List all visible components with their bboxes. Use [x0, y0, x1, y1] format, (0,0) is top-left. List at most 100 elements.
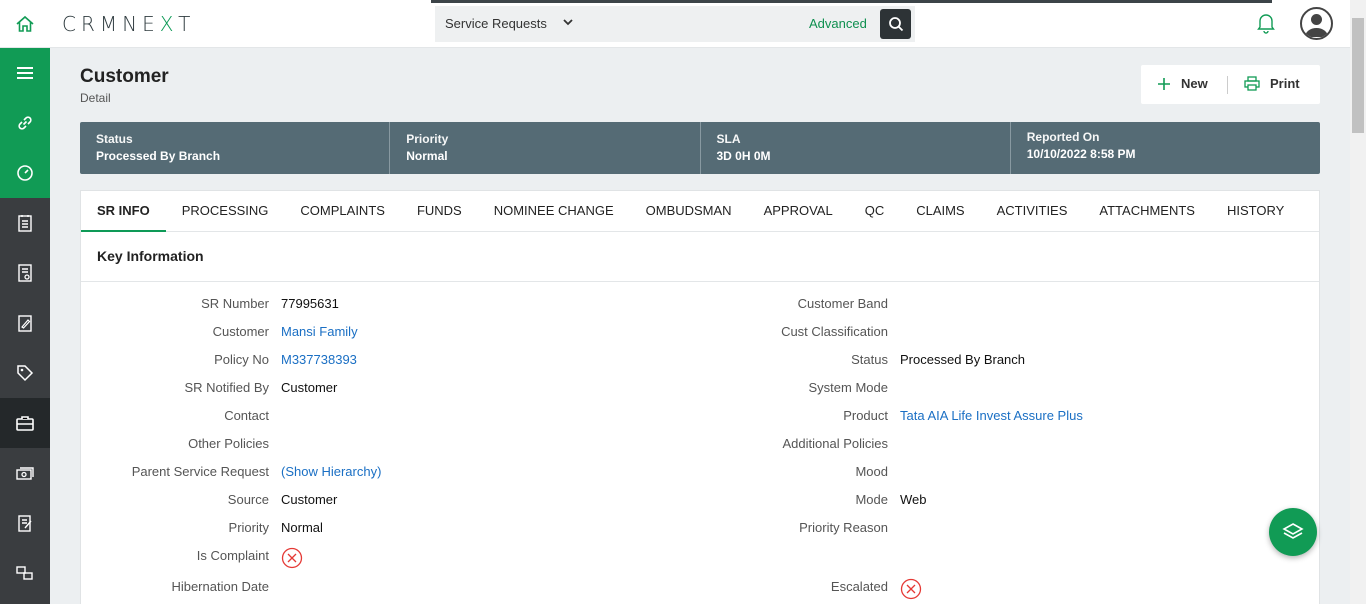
field-customer: Customer Mansi Family: [81, 324, 701, 344]
priority-cell: Priority Normal: [390, 122, 701, 174]
tab-history[interactable]: HISTORY: [1211, 191, 1300, 232]
menu-button[interactable]: [0, 48, 50, 98]
field-mode: Mode Web: [701, 492, 1301, 512]
field-label: Status: [851, 352, 888, 367]
status-cell-value: Processed By Branch: [96, 149, 221, 163]
field-priority: Priority Normal: [81, 520, 701, 540]
field-value: 77995631: [281, 296, 339, 311]
field-priority-reason: Priority Reason: [701, 520, 1301, 540]
toolbar-divider: [1227, 76, 1228, 94]
sidebar-item-documents[interactable]: [0, 198, 50, 248]
sidebar-item-tags[interactable]: [0, 348, 50, 398]
tab-ombudsman[interactable]: OMBUDSMAN: [630, 191, 748, 232]
chevron-down-icon[interactable]: [561, 15, 575, 32]
tab-qc[interactable]: QC: [849, 191, 901, 232]
edit-document-icon: [18, 315, 32, 332]
field-label: Product: [843, 408, 888, 423]
field-label: Parent Service Request: [131, 464, 269, 479]
field-status: Status Processed By Branch: [701, 352, 1301, 372]
field-is-complaint: Is Complaint: [81, 547, 701, 569]
tab-attachments[interactable]: ATTACHMENTS: [1083, 191, 1211, 232]
sidebar-item-forms[interactable]: [0, 498, 50, 548]
customer-link[interactable]: Mansi Family: [281, 324, 358, 339]
page-title: Customer: [80, 66, 169, 87]
field-label: SR Notified By: [184, 380, 269, 395]
field-mood: Mood: [701, 464, 1301, 484]
loading-bar: [431, 0, 1272, 3]
briefcase-icon: [16, 416, 34, 431]
field-system-mode: System Mode: [701, 380, 1301, 400]
tab-processing[interactable]: PROCESSING: [166, 191, 285, 232]
report-icon: [18, 264, 32, 282]
field-label: Is Complaint: [196, 548, 269, 563]
status-cell: Status Processed By Branch: [80, 122, 391, 174]
detail-panel: SR INFO PROCESSING COMPLAINTS FUNDS NOMI…: [80, 190, 1320, 604]
tab-approval[interactable]: APPROVAL: [748, 191, 849, 232]
advanced-search-link[interactable]: Advanced: [809, 16, 867, 31]
printer-icon: [1244, 76, 1260, 91]
hamburger-icon: [17, 67, 33, 79]
show-hierarchy-link[interactable]: (Show Hierarchy): [281, 464, 381, 479]
field-value: Customer: [281, 492, 338, 507]
status-summary-bar: Status Processed By Branch Priority Norm…: [80, 122, 1320, 174]
search-icon: [888, 17, 903, 32]
sidebar-item-workflow[interactable]: [0, 548, 50, 598]
tab-sr-info[interactable]: SR INFO: [81, 191, 166, 232]
status-cell-label: Status: [96, 132, 133, 146]
print-button[interactable]: Print: [1244, 76, 1300, 91]
reported-on-label: Reported On: [1026, 130, 1100, 144]
workflow-icon: [16, 566, 33, 580]
search-module-select[interactable]: Service Requests: [445, 16, 547, 31]
field-label: Priority Reason: [799, 520, 888, 535]
link-icon: [18, 116, 32, 130]
sidebar-item-reports[interactable]: [0, 248, 50, 298]
plus-icon: [1158, 77, 1170, 90]
field-label: Source: [227, 492, 269, 507]
field-label: Other Policies: [188, 436, 269, 451]
reported-on-cell: Reported On 10/10/2022 8:58 PM: [1011, 122, 1320, 174]
tab-nominee-change[interactable]: NOMINEE CHANGE: [478, 191, 630, 232]
field-policy-no: Policy No M337738393: [81, 352, 701, 372]
document-icon: [18, 215, 32, 232]
page-scrollbar[interactable]: [1350, 0, 1366, 604]
section-title: Key Information: [81, 232, 1319, 282]
new-button[interactable]: New: [1157, 76, 1208, 91]
priority-cell-value: Normal: [406, 149, 448, 163]
app-logo[interactable]: CRMNEXT: [62, 12, 195, 36]
tab-complaints[interactable]: COMPLAINTS: [284, 191, 401, 232]
field-source: Source Customer: [81, 492, 701, 512]
field-other-policies: Other Policies: [81, 436, 701, 456]
sidebar-item-edit[interactable]: [0, 298, 50, 348]
home-button[interactable]: [0, 0, 50, 48]
x-circle-icon: [900, 578, 922, 603]
tab-funds[interactable]: FUNDS: [401, 191, 478, 232]
field-value: Web: [900, 492, 927, 507]
sla-cell-value: 3D 0H 0M: [716, 149, 771, 163]
sidebar-item-links[interactable]: [0, 98, 50, 148]
tab-activities[interactable]: ACTIVITIES: [981, 191, 1084, 232]
tab-claims[interactable]: CLAIMS: [900, 191, 980, 232]
scrollbar-thumb[interactable]: [1352, 18, 1364, 133]
layers-icon: [1282, 523, 1304, 539]
search-button[interactable]: [880, 9, 911, 39]
page-subtitle: Detail: [80, 91, 111, 105]
sidebar-item-payments[interactable]: [0, 448, 50, 498]
sidebar-item-service[interactable]: [0, 398, 50, 448]
form-icon: [18, 515, 32, 532]
priority-cell-label: Priority: [406, 132, 449, 146]
policy-link[interactable]: M337738393: [281, 352, 357, 367]
tag-icon: [17, 365, 34, 382]
action-toolbar: New Print: [1141, 65, 1320, 104]
floating-layers-button[interactable]: [1269, 508, 1317, 556]
sidebar-item-dashboard[interactable]: [0, 148, 50, 198]
x-circle-icon: [281, 547, 303, 572]
product-link[interactable]: Tata AIA Life Invest Assure Plus: [900, 408, 1083, 423]
field-value: Customer: [281, 380, 338, 395]
user-icon: [1305, 14, 1328, 37]
field-sr-notified-by: SR Notified By Customer: [81, 380, 701, 400]
user-avatar[interactable]: [1300, 7, 1333, 40]
field-label: Policy No: [214, 352, 269, 367]
notification-bell-icon[interactable]: [1256, 12, 1276, 37]
field-label: Customer: [212, 324, 269, 339]
field-label: Customer Band: [797, 296, 888, 311]
